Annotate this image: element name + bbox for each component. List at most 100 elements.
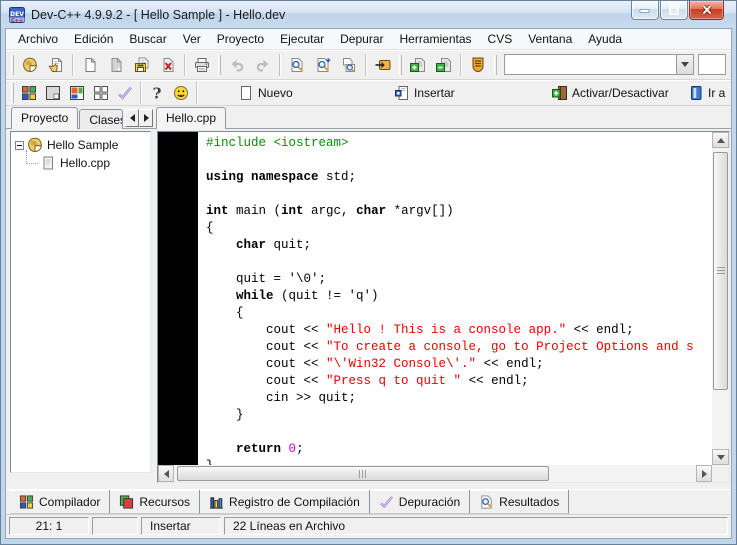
restore-button[interactable] <box>660 1 688 20</box>
scroll-up-button[interactable] <box>712 132 729 148</box>
tab-registro-compilacion[interactable]: Registro de Compilación <box>200 490 370 514</box>
ir-a-button[interactable]: Ir a <box>688 82 725 103</box>
scroll-down-button[interactable] <box>712 449 729 465</box>
view-window-button[interactable] <box>41 82 65 104</box>
insertar-button[interactable]: Insertar <box>394 82 455 103</box>
menu-item-edicion[interactable]: Edición <box>66 30 121 48</box>
blank-file-button[interactable] <box>103 52 129 78</box>
svg-text:?: ? <box>153 85 162 101</box>
search-page-icon <box>479 494 494 509</box>
combobox-field[interactable] <box>504 54 676 75</box>
goto-line-button[interactable] <box>370 52 396 78</box>
menu-item-ejecutar[interactable]: Ejecutar <box>272 30 332 48</box>
toolbar-handle[interactable] <box>399 55 402 75</box>
menu-item-herramientas[interactable]: Herramientas <box>392 30 480 48</box>
main-toolbar <box>6 50 731 80</box>
code-line: { <box>206 305 712 322</box>
tab-clases[interactable]: Clases(F <box>79 109 123 129</box>
code-line <box>206 254 712 271</box>
new-source-button[interactable] <box>17 52 43 78</box>
menu-item-cvs[interactable]: CVS <box>480 30 521 48</box>
status-file-info: 22 Líneas en Archivo <box>224 517 728 535</box>
toolbar-handle[interactable] <box>494 55 497 75</box>
tree-item-file[interactable]: Hello.cpp <box>13 154 148 172</box>
stacked-pages-icon <box>119 494 134 509</box>
replace-button[interactable] <box>336 52 362 78</box>
view-tiles-button[interactable] <box>89 82 113 104</box>
tab-compilador[interactable]: Compilador <box>10 490 110 514</box>
file-icon <box>40 155 56 171</box>
find-next-button[interactable] <box>310 52 336 78</box>
scroll-right-button[interactable] <box>696 465 712 482</box>
toolbar-edit-box[interactable] <box>698 54 726 75</box>
code-line: cout << "\'Win32 Console\'." << endl; <box>206 356 712 373</box>
menu-item-archivo[interactable]: Archivo <box>10 30 66 48</box>
close-button[interactable] <box>689 1 724 20</box>
open-project-button[interactable] <box>43 52 69 78</box>
nuevo-button[interactable]: Nuevo <box>238 82 293 103</box>
code-line: int main (int argc, char *argv[]) <box>206 203 712 220</box>
code-line <box>206 424 712 441</box>
tab-hello-cpp[interactable]: Hello.cpp <box>156 107 226 129</box>
menu-item-buscar[interactable]: Buscar <box>121 30 174 48</box>
close-file-icon <box>160 57 176 73</box>
menu-item-ayuda[interactable]: Ayuda <box>580 30 630 48</box>
horizontal-scrollbar[interactable] <box>158 465 712 482</box>
code-line: cout << "Hello ! This is a console app."… <box>206 322 712 339</box>
toolbar-handle[interactable] <box>11 83 14 103</box>
titlebar[interactable]: DEVC++ Dev-C++ 4.9.9.2 - [ Hello Sample … <box>1 1 736 28</box>
scroll-left-button[interactable] <box>158 465 174 482</box>
vertical-scroll-thumb[interactable] <box>713 152 728 390</box>
code-editor[interactable]: #include <iostream> using namespace std;… <box>157 131 730 483</box>
menu-item-proyecto[interactable]: Proyecto <box>209 30 272 48</box>
new-file-button[interactable] <box>77 52 103 78</box>
redo-button[interactable] <box>250 52 276 78</box>
print-button[interactable] <box>189 52 215 78</box>
ir-a-label: Ir a <box>708 86 725 100</box>
tab-scroll-right-button[interactable] <box>139 109 153 127</box>
tab-recursos[interactable]: Recursos <box>110 490 200 514</box>
undo-icon <box>229 57 245 73</box>
tab-scroll-left-button[interactable] <box>125 109 139 127</box>
vertical-scrollbar[interactable] <box>712 132 729 465</box>
find-icon <box>289 57 305 73</box>
code-line <box>206 152 712 169</box>
code-line: cin >> quit; <box>206 390 712 407</box>
check-syntax-button[interactable] <box>113 82 137 104</box>
about-button[interactable] <box>169 82 193 104</box>
toolbar-handle[interactable] <box>218 55 221 75</box>
profile-icon <box>470 57 486 73</box>
remove-watch-icon <box>436 57 452 73</box>
scrollbar-corner <box>712 465 729 482</box>
tree-expander[interactable] <box>15 141 24 150</box>
tab-scroller <box>125 109 153 127</box>
tab-depuracion[interactable]: Depuración <box>370 490 470 514</box>
menu-item-depurar[interactable]: Depurar <box>332 30 391 48</box>
tab-resultados[interactable]: Resultados <box>470 490 569 514</box>
find-button[interactable] <box>284 52 310 78</box>
view-grid-button[interactable] <box>17 82 41 104</box>
client-area: ArchivoEdiciónBuscarVerProyectoEjecutarD… <box>5 28 732 539</box>
close-file-button[interactable] <box>155 52 181 78</box>
save-all-button[interactable] <box>129 52 155 78</box>
remove-watch-button[interactable] <box>431 52 457 78</box>
bar-chart-icon <box>209 494 224 509</box>
menu-item-ver[interactable]: Ver <box>175 30 209 48</box>
help-icon: ? <box>149 85 165 101</box>
help-button[interactable]: ? <box>145 82 169 104</box>
activar-desactivar-button[interactable]: Activar/Desactivar <box>552 82 669 103</box>
tab-proyecto[interactable]: Proyecto <box>11 107 78 129</box>
minimize-button[interactable] <box>631 1 659 20</box>
toolbar-handle[interactable] <box>11 55 14 75</box>
compiler-combobox[interactable] <box>504 54 694 75</box>
view-split-button[interactable] <box>65 82 89 104</box>
code-area[interactable]: #include <iostream> using namespace std;… <box>198 132 712 465</box>
add-watch-button[interactable] <box>405 52 431 78</box>
toolbar-separator <box>72 54 74 76</box>
profile-button[interactable] <box>465 52 491 78</box>
combobox-dropdown-button[interactable] <box>676 54 694 75</box>
code-line: #include <iostream> <box>206 135 712 152</box>
horizontal-scroll-thumb[interactable] <box>177 466 549 481</box>
menu-item-ventana[interactable]: Ventana <box>520 30 580 48</box>
undo-button[interactable] <box>224 52 250 78</box>
